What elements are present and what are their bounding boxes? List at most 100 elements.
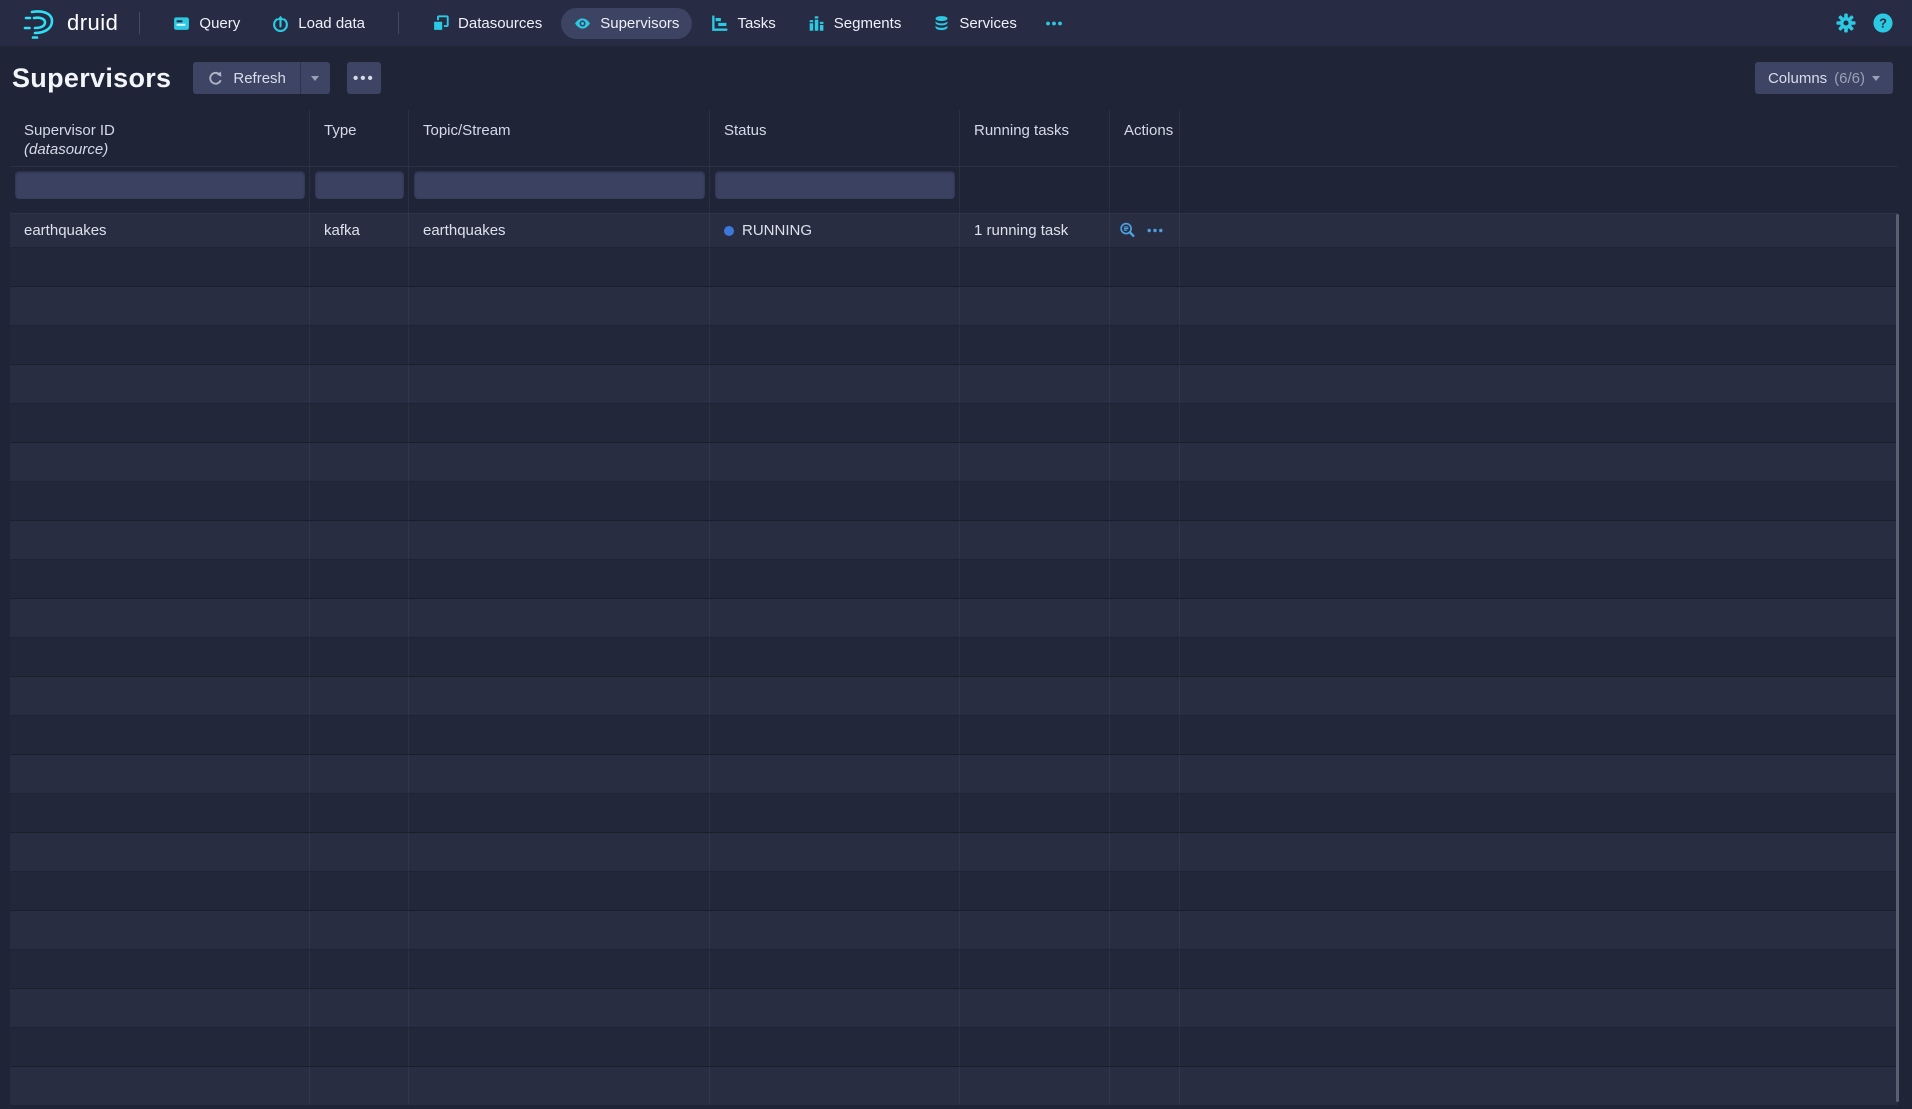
vertical-scrollbar[interactable]	[1896, 214, 1899, 1102]
datasources-icon	[432, 15, 449, 32]
empty-table-row	[10, 1067, 1898, 1106]
help-icon[interactable]: ?	[1873, 13, 1893, 33]
column-header-label: Running tasks	[974, 122, 1069, 139]
top-navbar: druid Query Load data	[0, 0, 1912, 46]
navbar-right: ?	[1836, 13, 1893, 33]
filter-input-type[interactable]	[315, 171, 404, 199]
bar-chart-icon	[808, 15, 825, 32]
gear-icon[interactable]	[1836, 13, 1856, 33]
upload-icon	[272, 15, 289, 32]
nav-item-segments[interactable]: Segments	[795, 8, 915, 39]
empty-table-row	[10, 560, 1898, 599]
empty-table-row	[10, 365, 1898, 404]
filter-input-topic-stream[interactable]	[414, 171, 705, 199]
cell-actions	[1110, 214, 1180, 247]
columns-count: (6/6)	[1834, 70, 1865, 87]
empty-table-row	[10, 443, 1898, 482]
empty-table-row	[10, 1028, 1898, 1067]
empty-table-row	[10, 287, 1898, 326]
empty-table-row	[10, 911, 1898, 950]
database-icon	[933, 15, 950, 32]
more-horizontal-icon	[1045, 15, 1063, 32]
column-header-actions[interactable]: Actions	[1110, 110, 1180, 166]
filter-cell	[310, 167, 409, 213]
empty-table-row	[10, 326, 1898, 365]
column-header-label: Topic/Stream	[423, 122, 511, 139]
column-header-filler	[1180, 110, 1898, 166]
empty-table-row	[10, 989, 1898, 1028]
chevron-down-icon	[311, 76, 319, 81]
nav-more-button[interactable]	[1036, 8, 1072, 39]
nav-item-label: Load data	[298, 15, 365, 32]
filter-cell	[10, 167, 310, 213]
logo-text: druid	[67, 10, 118, 36]
filter-input-status[interactable]	[715, 171, 955, 199]
filter-cell	[960, 167, 1110, 213]
column-header-supervisor-id[interactable]: Supervisor ID (datasource)	[10, 110, 310, 166]
nav-item-load-data[interactable]: Load data	[259, 8, 378, 39]
column-header-running-tasks[interactable]: Running tasks	[960, 110, 1110, 166]
columns-button[interactable]: Columns (6/6)	[1755, 62, 1893, 94]
supervisor-row[interactable]: earthquakes kafka earthquakes RUNNING 1 …	[10, 214, 1898, 248]
refresh-interval-dropdown[interactable]	[300, 62, 330, 94]
toolbar-more-button[interactable]: •••	[347, 62, 381, 94]
more-actions-icon[interactable]	[1146, 222, 1164, 239]
empty-table-row	[10, 950, 1898, 989]
svg-text:?: ?	[1879, 16, 1887, 31]
filter-cell	[1180, 167, 1898, 213]
nav-item-services[interactable]: Services	[920, 8, 1030, 39]
nav-item-label: Services	[959, 15, 1017, 32]
cell-supervisor-id[interactable]: earthquakes	[10, 214, 310, 247]
status-dot	[724, 226, 734, 236]
nav-item-label: Segments	[834, 15, 902, 32]
cell-running-tasks[interactable]: 1 running task	[960, 214, 1110, 247]
nav-divider	[139, 12, 140, 34]
empty-table-row	[10, 599, 1898, 638]
cell-filler	[1180, 214, 1898, 247]
nav-item-datasources[interactable]: Datasources	[419, 8, 555, 39]
refresh-icon	[207, 70, 224, 87]
table-body: earthquakes kafka earthquakes RUNNING 1 …	[10, 214, 1898, 1106]
columns-button-label: Columns	[1768, 70, 1827, 87]
filter-cell	[1110, 167, 1180, 213]
console-icon	[173, 15, 190, 32]
eye-icon	[574, 15, 591, 32]
empty-table-row	[10, 248, 1898, 287]
empty-table-row	[10, 833, 1898, 872]
empty-table-row	[10, 872, 1898, 911]
chevron-down-icon	[1872, 76, 1880, 81]
nav-item-supervisors[interactable]: Supervisors	[561, 8, 692, 39]
cell-status[interactable]: RUNNING	[710, 214, 960, 247]
empty-table-row	[10, 482, 1898, 521]
search-detail-icon[interactable]	[1119, 222, 1136, 239]
empty-table-row	[10, 521, 1898, 560]
more-horizontal-icon: •••	[353, 71, 375, 86]
gantt-icon	[711, 15, 728, 32]
column-header-label: Type	[324, 122, 357, 139]
empty-table-row	[10, 638, 1898, 677]
column-header-label: Supervisor ID	[24, 122, 115, 139]
column-header-status[interactable]: Status	[710, 110, 960, 166]
refresh-button[interactable]: Refresh	[193, 62, 300, 94]
refresh-split-button: Refresh	[193, 62, 330, 94]
column-header-type[interactable]: Type	[310, 110, 409, 166]
cell-topic-stream: earthquakes	[409, 214, 710, 247]
column-header-topic-stream[interactable]: Topic/Stream	[409, 110, 710, 166]
nav-item-label: Supervisors	[600, 15, 679, 32]
supervisors-table: Supervisor ID (datasource) Type Topic/St…	[10, 110, 1898, 1106]
nav-item-label: Tasks	[737, 15, 775, 32]
supervisors-toolbar: Supervisors Refresh ••• Columns (6/6)	[0, 46, 1912, 110]
empty-table-row	[10, 794, 1898, 833]
refresh-button-label: Refresh	[233, 70, 286, 87]
filter-cell	[710, 167, 960, 213]
cell-type: kafka	[310, 214, 409, 247]
empty-table-row	[10, 716, 1898, 755]
druid-logo[interactable]: druid	[22, 6, 118, 40]
nav-item-query[interactable]: Query	[160, 8, 253, 39]
nav-item-tasks[interactable]: Tasks	[698, 8, 788, 39]
druid-logo-icon	[22, 6, 58, 40]
nav-item-label: Query	[199, 15, 240, 32]
table-header-row: Supervisor ID (datasource) Type Topic/St…	[10, 110, 1898, 167]
page-title: Supervisors	[12, 63, 171, 94]
filter-input-supervisor-id[interactable]	[15, 171, 305, 199]
